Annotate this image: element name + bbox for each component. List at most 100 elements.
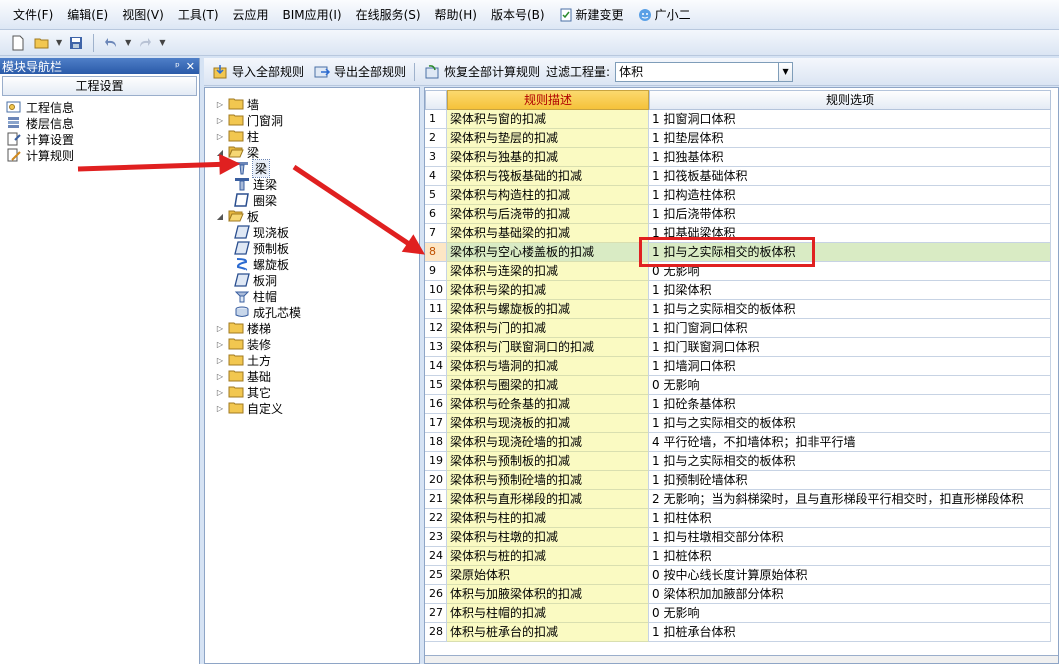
expand-toggle-icon[interactable]: ▷ (215, 132, 225, 141)
menu-file[interactable]: 文件(F) (6, 4, 60, 26)
table-row[interactable]: 21 梁体积与直形梯段的扣减 2 无影响；当为斜梯梁时，且与直形梯段平行相交时，扣直… (425, 490, 1051, 509)
save-button[interactable] (66, 33, 86, 53)
table-row[interactable]: 14 梁体积与墙洞的扣减 1 扣墙洞口体积 (425, 357, 1051, 376)
tree-item[interactable]: 梁 (231, 158, 271, 178)
column-header-desc[interactable]: 规则描述 (447, 90, 649, 110)
expand-toggle-icon[interactable]: ▷ (215, 116, 225, 125)
open-file-button[interactable] (32, 33, 52, 53)
tree-item[interactable]: 圈梁 (231, 192, 277, 208)
nav-item-floor-info[interactable]: 楼层信息 (6, 115, 199, 131)
tree-item[interactable]: ▷ 基础 (215, 368, 271, 384)
table-row[interactable]: 18 梁体积与现浇砼墙的扣减 4 平行砼墙，不扣墙体积；扣非平行墙 (425, 433, 1051, 452)
collapse-toggle-icon[interactable]: ◢ (215, 148, 225, 157)
rule-option-cell[interactable]: 0 无影响 (649, 376, 1051, 395)
tree-item[interactable]: ▷ 土方 (215, 352, 271, 368)
new-file-button[interactable] (8, 33, 28, 53)
tree-item[interactable]: 现浇板 (231, 224, 289, 240)
table-row[interactable]: 17 梁体积与现浇板的扣减 1 扣与之实际相交的板体积 (425, 414, 1051, 433)
tree-item[interactable]: 连梁 (231, 176, 277, 192)
table-row[interactable]: 28 体积与桩承台的扣减 1 扣桩承台体积 (425, 623, 1051, 642)
tree-item[interactable]: ▷ 门窗洞 (215, 112, 283, 128)
expand-toggle-icon[interactable]: ▷ (215, 404, 225, 413)
rule-option-cell[interactable]: 1 扣窗洞口体积 (649, 110, 1051, 129)
table-row[interactable]: 13 梁体积与门联窗洞口的扣减 1 扣门联窗洞口体积 (425, 338, 1051, 357)
rule-option-cell[interactable]: 4 平行砼墙，不扣墙体积；扣非平行墙 (649, 433, 1051, 452)
menu-help[interactable]: 帮助(H) (428, 4, 484, 26)
table-row[interactable]: 4 梁体积与筏板基础的扣减 1 扣筏板基础体积 (425, 167, 1051, 186)
rule-option-cell[interactable]: 1 扣与柱墩相交部分体积 (649, 528, 1051, 547)
redo-button[interactable] (135, 33, 155, 53)
menu-cloud[interactable]: 云应用 (226, 4, 276, 26)
tree-item[interactable]: 螺旋板 (231, 256, 289, 272)
rule-option-cell[interactable]: 1 扣门窗洞口体积 (649, 319, 1051, 338)
rule-option-cell[interactable]: 1 扣与之实际相交的板体积 (649, 452, 1051, 471)
table-row[interactable]: 15 梁体积与圈梁的扣减 0 无影响 (425, 376, 1051, 395)
table-row[interactable]: 26 体积与加腋梁体积的扣减 0 梁体积加加腋部分体积 (425, 585, 1051, 604)
rule-option-cell[interactable]: 1 扣构造柱体积 (649, 186, 1051, 205)
table-row[interactable]: 23 梁体积与柱墩的扣减 1 扣与柱墩相交部分体积 (425, 528, 1051, 547)
expand-toggle-icon[interactable]: ▷ (215, 340, 225, 349)
rule-option-cell[interactable]: 0 梁体积加加腋部分体积 (649, 585, 1051, 604)
table-row[interactable]: 16 梁体积与砼条基的扣减 1 扣砼条基体积 (425, 395, 1051, 414)
horizontal-scrollbar[interactable] (425, 655, 1058, 663)
tree-item[interactable]: ▷ 楼梯 (215, 320, 271, 336)
rule-option-cell[interactable]: 1 扣桩体积 (649, 547, 1051, 566)
table-row[interactable]: 24 梁体积与桩的扣减 1 扣桩体积 (425, 547, 1051, 566)
menu-version[interactable]: 版本号(B) (484, 4, 552, 26)
new-change-button[interactable]: 新建变更 (552, 4, 631, 26)
expand-toggle-icon[interactable]: ▷ (215, 356, 225, 365)
rule-option-cell[interactable]: 1 扣桩承台体积 (649, 623, 1051, 642)
undo-button[interactable] (101, 33, 121, 53)
table-row[interactable]: 1 梁体积与窗的扣减 1 扣窗洞口体积 (425, 110, 1051, 129)
table-row[interactable]: 6 梁体积与后浇带的扣减 1 扣后浇带体积 (425, 205, 1051, 224)
rule-option-cell[interactable]: 1 扣门联窗洞口体积 (649, 338, 1051, 357)
table-row[interactable]: 2 梁体积与垫层的扣减 1 扣垫层体积 (425, 129, 1051, 148)
tree-item[interactable]: ▷ 柱 (215, 128, 259, 144)
table-row[interactable]: 12 梁体积与门的扣减 1 扣门窗洞口体积 (425, 319, 1051, 338)
redo-dropdown-arrow[interactable]: ▼ (159, 38, 165, 47)
nav-item-project-info[interactable]: 工程信息 (6, 99, 199, 115)
expand-toggle-icon[interactable]: ▷ (215, 388, 225, 397)
nav-item-calc-rules[interactable]: 计算规则 (6, 147, 199, 163)
tree-item[interactable]: ▷ 装修 (215, 336, 271, 352)
rule-option-cell[interactable]: 1 扣垫层体积 (649, 129, 1051, 148)
tree-item[interactable]: ▷ 自定义 (215, 400, 283, 416)
rule-option-cell[interactable]: 1 扣与之实际相交的板体积 (649, 300, 1051, 319)
filter-quantity-select[interactable]: 体积 ▼ (615, 61, 794, 82)
menu-edit[interactable]: 编辑(E) (60, 4, 115, 26)
tree-item[interactable]: 成孔芯模 (231, 304, 301, 320)
menu-tools[interactable]: 工具(T) (171, 4, 226, 26)
pin-icon[interactable]: ᵖ (175, 60, 180, 73)
restore-all-rules-button[interactable]: 恢复全部计算规则 (420, 63, 543, 80)
chevron-down-icon[interactable]: ▼ (778, 62, 793, 81)
table-row[interactable]: 22 梁体积与柱的扣减 1 扣柱体积 (425, 509, 1051, 528)
menu-bim[interactable]: BIM应用(I) (276, 4, 349, 26)
tree-item[interactable]: ▷ 墙 (215, 96, 259, 112)
menu-view[interactable]: 视图(V) (115, 4, 171, 26)
table-row[interactable]: 27 体积与柱帽的扣减 0 无影响 (425, 604, 1051, 623)
rule-option-cell[interactable]: 1 扣预制砼墙体积 (649, 471, 1051, 490)
rule-option-cell[interactable]: 1 扣后浇带体积 (649, 205, 1051, 224)
expand-toggle-icon[interactable]: ▷ (215, 100, 225, 109)
tree-item[interactable]: 板洞 (231, 272, 277, 288)
nav-item-calc-settings[interactable]: 计算设置 (6, 131, 199, 147)
table-row[interactable]: 11 梁体积与螺旋板的扣减 1 扣与之实际相交的板体积 (425, 300, 1051, 319)
table-row[interactable]: 5 梁体积与构造柱的扣减 1 扣构造柱体积 (425, 186, 1051, 205)
nav-section-header[interactable]: 工程设置 (2, 76, 197, 96)
tree-item[interactable]: 预制板 (231, 240, 289, 256)
rule-option-cell[interactable]: 0 无影响 (649, 604, 1051, 623)
collapse-toggle-icon[interactable]: ◢ (215, 212, 225, 221)
tree-item[interactable]: ▷ 其它 (215, 384, 271, 400)
assistant-button[interactable]: 广小二 (631, 4, 698, 26)
rule-option-cell[interactable]: 2 无影响；当为斜梯梁时，且与直形梯段平行相交时，扣直形梯段体积 (649, 490, 1051, 509)
table-row[interactable]: 10 梁体积与梁的扣减 1 扣梁体积 (425, 281, 1051, 300)
menu-online[interactable]: 在线服务(S) (349, 4, 428, 26)
table-row[interactable]: 19 梁体积与预制板的扣减 1 扣与之实际相交的板体积 (425, 452, 1051, 471)
expand-toggle-icon[interactable]: ▷ (215, 372, 225, 381)
import-all-rules-button[interactable]: 导入全部规则 (208, 63, 307, 80)
rule-option-cell[interactable]: 1 扣柱体积 (649, 509, 1051, 528)
rule-option-cell[interactable]: 1 扣与之实际相交的板体积 (649, 414, 1051, 433)
export-all-rules-button[interactable]: 导出全部规则 (310, 63, 409, 80)
expand-toggle-icon[interactable]: ▷ (215, 324, 225, 333)
undo-dropdown-arrow[interactable]: ▼ (125, 38, 131, 47)
